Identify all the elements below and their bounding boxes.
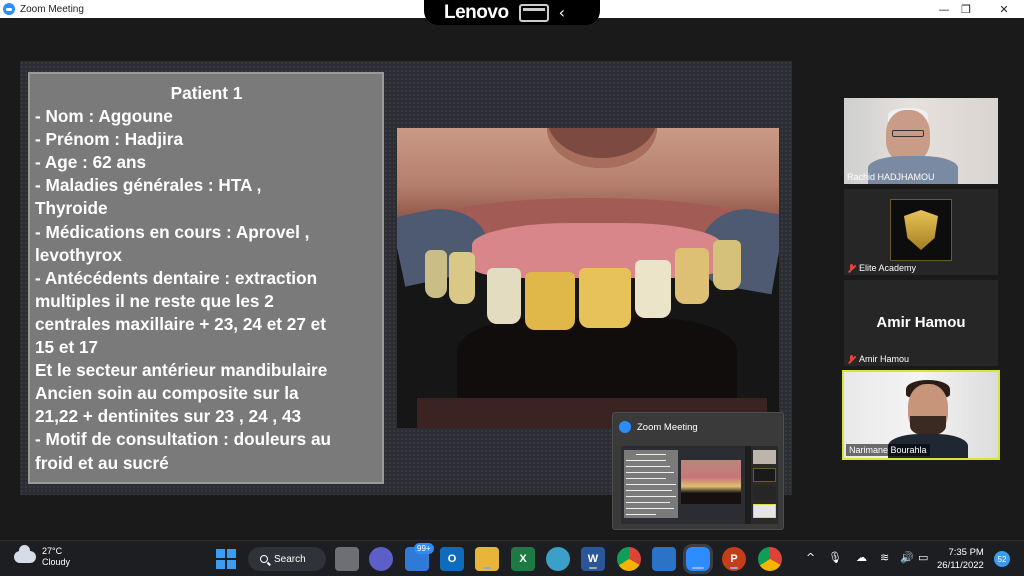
slide-line: Et le secteur antérieur mandibulaire [35,360,328,381]
dental-photo [397,128,779,428]
weather-temp: 27°C [42,546,63,556]
microphone-icon[interactable]: 🎙 [828,551,842,564]
slide-line: 21,22 + dentinites sur 23 , 24 , 43 [35,406,302,427]
zoom-logo-icon [3,3,15,15]
clock-date: 26/11/2022 [937,560,984,571]
slide-line: levothyrox [35,244,122,265]
excel-icon[interactable]: X [511,547,535,571]
zoom-icon[interactable] [683,544,713,574]
windows-start-icon[interactable] [214,547,238,571]
slide-line: - Antécédents dentaire : extraction [35,267,318,288]
mic-muted-icon [847,263,856,273]
participant-tile[interactable]: Amir Hamou Amir Hamou [844,280,998,366]
search-icon [260,555,268,563]
mic-muted-icon [847,354,856,364]
close-button[interactable]: ✕ [984,0,1024,18]
mail-unread-badge: 99+ [414,543,434,554]
tray-overflow-chevron-icon[interactable]: ^ [806,551,815,564]
taskbar-preview-window[interactable]: Zoom Meeting [612,412,784,530]
clock-time: 7:35 PM [948,547,984,558]
slide-text-box: Patient 1 - Nom : Aggoune - Prénom : Had… [28,72,384,484]
preview-title: Zoom Meeting [637,421,698,433]
wifi-icon[interactable]: ≋ [880,551,889,564]
slide-line: 15 et 17 [35,337,99,358]
slide-line: - Nom : Aggoune [35,106,173,127]
zoom-logo-icon [619,421,631,433]
slide-line: Ancien soin au composite sur la [35,383,299,404]
lenovo-overlay-bar: Lenovo ‹ [424,0,600,25]
word-icon[interactable]: W [581,547,605,571]
screen-icon[interactable] [518,3,549,22]
weather-widget[interactable]: 27°C Cloudy [14,545,71,568]
window-title: Zoom Meeting [20,3,84,15]
elite-academy-logo [890,199,952,261]
taskbar-search-button[interactable]: Search [248,547,326,571]
participant-name: Elite Academy [859,263,917,273]
participant-tile-active-speaker[interactable]: Narimane Bourahla [842,370,1000,460]
slide-line: - Age : 62 ans [35,152,147,173]
outlook-icon[interactable]: O [440,547,464,571]
cloud-icon [14,545,36,563]
slide-line: multiples il ne reste que les 2 [35,290,274,311]
powerpoint-icon[interactable]: P [722,547,746,571]
slide-line: - Motif de consultation : douleurs au [35,429,331,450]
windows-taskbar: 27°C Cloudy Search 99+ O X W P ^ 🎙 ☁ ≋ 🔊… [0,540,1024,576]
participant-label: Amir Hamou [847,354,909,364]
participant-name: Rachid HADJHAMOU [847,172,935,182]
battery-icon[interactable]: ▭ [918,551,928,564]
participant-tile[interactable]: Rachid HADJHAMOU [844,98,998,184]
slide-line: - Médications en cours : Aprovel , [35,221,310,242]
slide-line: centrales maxillaire + 23, 24 et 27 et [35,313,326,334]
onedrive-icon[interactable]: ☁ [856,551,867,564]
search-label: Search [274,553,306,565]
notification-badge[interactable]: 52 [994,551,1010,567]
restore-button[interactable]: ❐ [946,0,986,18]
participant-tile[interactable]: Elite Academy [844,189,998,275]
chrome-profile-icon[interactable] [758,547,782,571]
snipping-tool-icon[interactable] [652,547,676,571]
participant-name: Narimane Bourahla [846,444,930,456]
weather-condition: Cloudy [42,557,71,567]
slide-line: - Maladies générales : HTA , [35,175,262,196]
participant-display-name: Amir Hamou [876,314,966,331]
task-view-icon[interactable] [335,547,359,571]
volume-icon[interactable]: 🔊 [900,551,914,564]
slide-line: Thyroide [35,198,108,219]
chrome-icon[interactable] [617,547,641,571]
slide-line: - Prénom : Hadjira [35,129,184,150]
slide-line: froid et au sucré [35,452,169,473]
participant-name: Amir Hamou [859,354,910,364]
preview-thumbnail [621,446,778,524]
lenovo-brand: Lenovo [444,1,509,23]
participant-label: Elite Academy [847,263,916,273]
collapse-chevron-icon[interactable]: ‹ [559,3,565,22]
teams-chat-icon[interactable] [369,547,393,571]
slide-title: Patient 1 [170,83,243,103]
file-explorer-icon[interactable] [475,547,499,571]
system-clock[interactable]: 7:35 PM 26/11/2022 [937,546,984,572]
paint-icon[interactable] [546,547,570,571]
